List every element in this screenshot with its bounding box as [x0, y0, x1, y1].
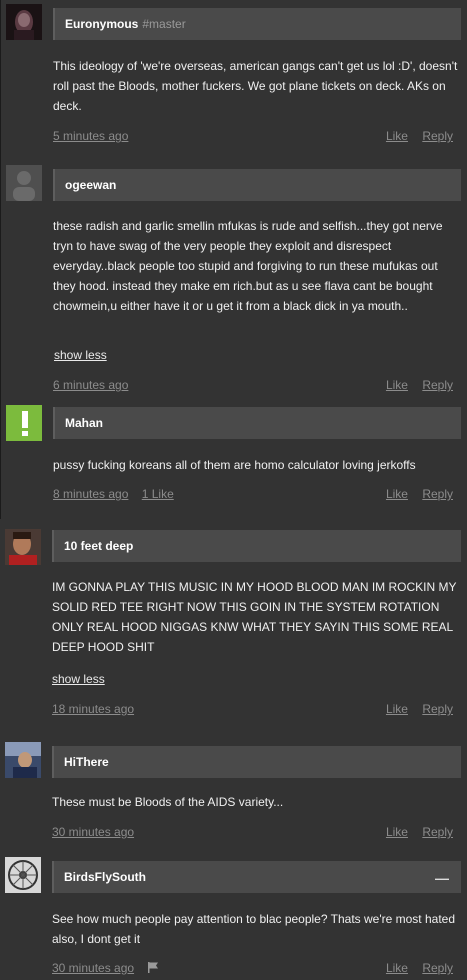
reply-button[interactable]: Reply — [422, 961, 453, 975]
comment-ogeewan: ogeewan these radish and garlic smellin … — [0, 152, 467, 401]
comment-meta: 30 minutes ago Like Reply — [52, 961, 453, 975]
comment-text: See how much people pay attention to bla… — [52, 912, 455, 946]
comment-meta: 30 minutes ago Like Reply — [52, 825, 453, 839]
reply-button[interactable]: Reply — [422, 487, 453, 501]
timestamp-link[interactable]: 5 minutes ago — [53, 129, 128, 143]
avatar[interactable] — [6, 405, 42, 441]
username-bar: ogeewan — [53, 169, 461, 201]
user-tag: #master — [142, 17, 186, 31]
comment-text: This ideology of 'we're overseas, americ… — [53, 59, 458, 113]
avatar[interactable] — [6, 165, 42, 201]
like-count-link[interactable]: 1 Like — [142, 487, 174, 501]
comment-actions: Like Reply — [375, 378, 453, 392]
username-bar: Mahan — [53, 407, 461, 439]
like-button[interactable]: Like — [386, 825, 408, 839]
timestamp-link[interactable]: 30 minutes ago — [52, 825, 134, 839]
show-less-link[interactable]: show less — [52, 672, 105, 686]
comment-text: These must be Bloods of the AIDS variety… — [52, 795, 284, 809]
timestamp-link[interactable]: 6 minutes ago — [53, 378, 128, 392]
comment-meta: 18 minutes ago Like Reply — [52, 702, 453, 716]
like-button[interactable]: Like — [386, 961, 408, 975]
like-button[interactable]: Like — [386, 378, 408, 392]
avatar[interactable] — [5, 742, 41, 778]
comment-actions: Like Reply — [375, 825, 453, 839]
avatar[interactable] — [5, 857, 41, 893]
comment-actions: Like Reply — [375, 487, 453, 501]
like-button[interactable]: Like — [386, 487, 408, 501]
comment-meta: 8 minutes ago 1 Like Like Reply — [53, 487, 453, 501]
reply-button[interactable]: Reply — [422, 378, 453, 392]
collapse-button[interactable]: — — [435, 870, 449, 886]
username-bar: HiThere — [52, 746, 461, 778]
username-bar: Euronymous #master — [53, 8, 461, 40]
comment-meta: 5 minutes ago Like Reply — [53, 129, 453, 143]
username[interactable]: Euronymous — [65, 17, 138, 31]
username[interactable]: ogeewan — [65, 178, 116, 192]
comment-text: these radish and garlic smellin mfukas i… — [53, 219, 443, 313]
reply-button[interactable]: Reply — [422, 825, 453, 839]
comment-hithere: HiThere These must be Bloods of the AIDS… — [0, 733, 467, 853]
comment-mahan: Mahan pussy fucking koreans all of them … — [0, 401, 467, 519]
reply-button[interactable]: Reply — [422, 702, 453, 716]
show-less-link[interactable]: show less — [54, 348, 107, 362]
reply-button[interactable]: Reply — [422, 129, 453, 143]
username[interactable]: Mahan — [65, 416, 103, 430]
comment-actions: Like Reply — [375, 702, 453, 716]
comment-text: IM GONNA PLAY THIS MUSIC IN MY HOOD BLOO… — [52, 580, 457, 654]
comment-10-feet-deep: 10 feet deep IM GONNA PLAY THIS MUSIC IN… — [0, 519, 467, 733]
timestamp-link[interactable]: 18 minutes ago — [52, 702, 134, 716]
timestamp-link[interactable]: 30 minutes ago — [52, 961, 134, 975]
timestamp-link[interactable]: 8 minutes ago — [53, 487, 128, 501]
like-button[interactable]: Like — [386, 129, 408, 143]
username-bar: BirdsFlySouth — — [52, 861, 461, 893]
comment-euronymous: Euronymous #master This ideology of 'we'… — [0, 0, 467, 152]
avatar[interactable] — [5, 529, 41, 565]
username[interactable]: BirdsFlySouth — [64, 870, 146, 884]
comment-meta: 6 minutes ago Like Reply — [53, 378, 453, 392]
comment-text: pussy fucking koreans all of them are ho… — [53, 458, 416, 472]
username-bar: 10 feet deep — [52, 530, 461, 562]
exclamation-icon — [6, 405, 42, 441]
username[interactable]: HiThere — [64, 755, 109, 769]
flag-icon[interactable] — [147, 961, 159, 973]
comment-birdsflysouth: BirdsFlySouth — See how much people pay … — [0, 853, 467, 980]
username[interactable]: 10 feet deep — [64, 539, 133, 553]
comment-actions: Like Reply — [375, 961, 453, 975]
avatar[interactable] — [6, 4, 42, 40]
like-button[interactable]: Like — [386, 702, 408, 716]
comment-actions: Like Reply — [375, 129, 453, 143]
